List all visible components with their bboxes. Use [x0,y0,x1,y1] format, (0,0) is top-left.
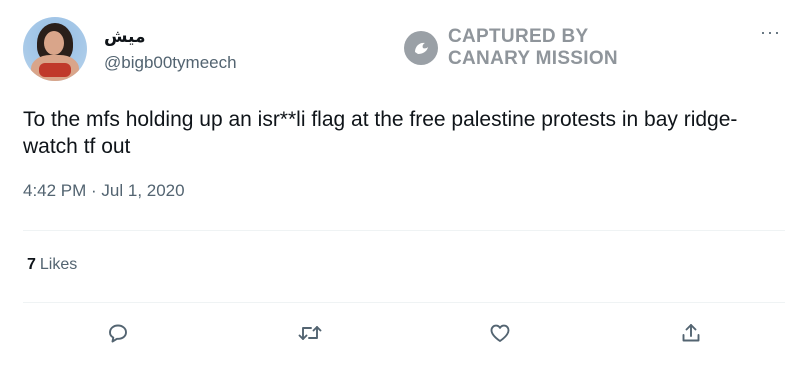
divider [23,302,785,303]
reply-button[interactable] [103,318,133,348]
watermark: CAPTURED BY CANARY MISSION [404,26,618,70]
like-button[interactable] [485,318,515,348]
watermark-line-2: CANARY MISSION [448,48,618,69]
share-button[interactable] [676,318,706,348]
retweet-button[interactable] [295,318,325,348]
tweet-text: To the mfs holding up an isr**li flag at… [23,108,738,158]
display-name[interactable]: ميش [104,27,146,47]
avatar[interactable] [23,17,87,81]
divider [23,230,785,231]
heart-icon [490,324,510,342]
tweet-card: ميش @bigb00tymeech CAPTURED BY CANARY MI… [0,0,800,368]
tweet-timestamp[interactable]: 4:42 PM · Jul 1, 2020 [23,181,185,201]
more-options-icon[interactable]: ··· [760,22,781,43]
canary-logo-icon [404,31,438,65]
likes-stat[interactable]: 7 Likes [27,256,77,274]
retweet-icon [298,326,322,340]
likes-label: Likes [39,256,78,273]
user-handle[interactable]: @bigb00tymeech [104,53,237,73]
watermark-line-1: CAPTURED BY [448,26,589,47]
share-icon [682,324,700,342]
likes-count: 7 [27,256,36,273]
reply-icon [109,324,127,343]
